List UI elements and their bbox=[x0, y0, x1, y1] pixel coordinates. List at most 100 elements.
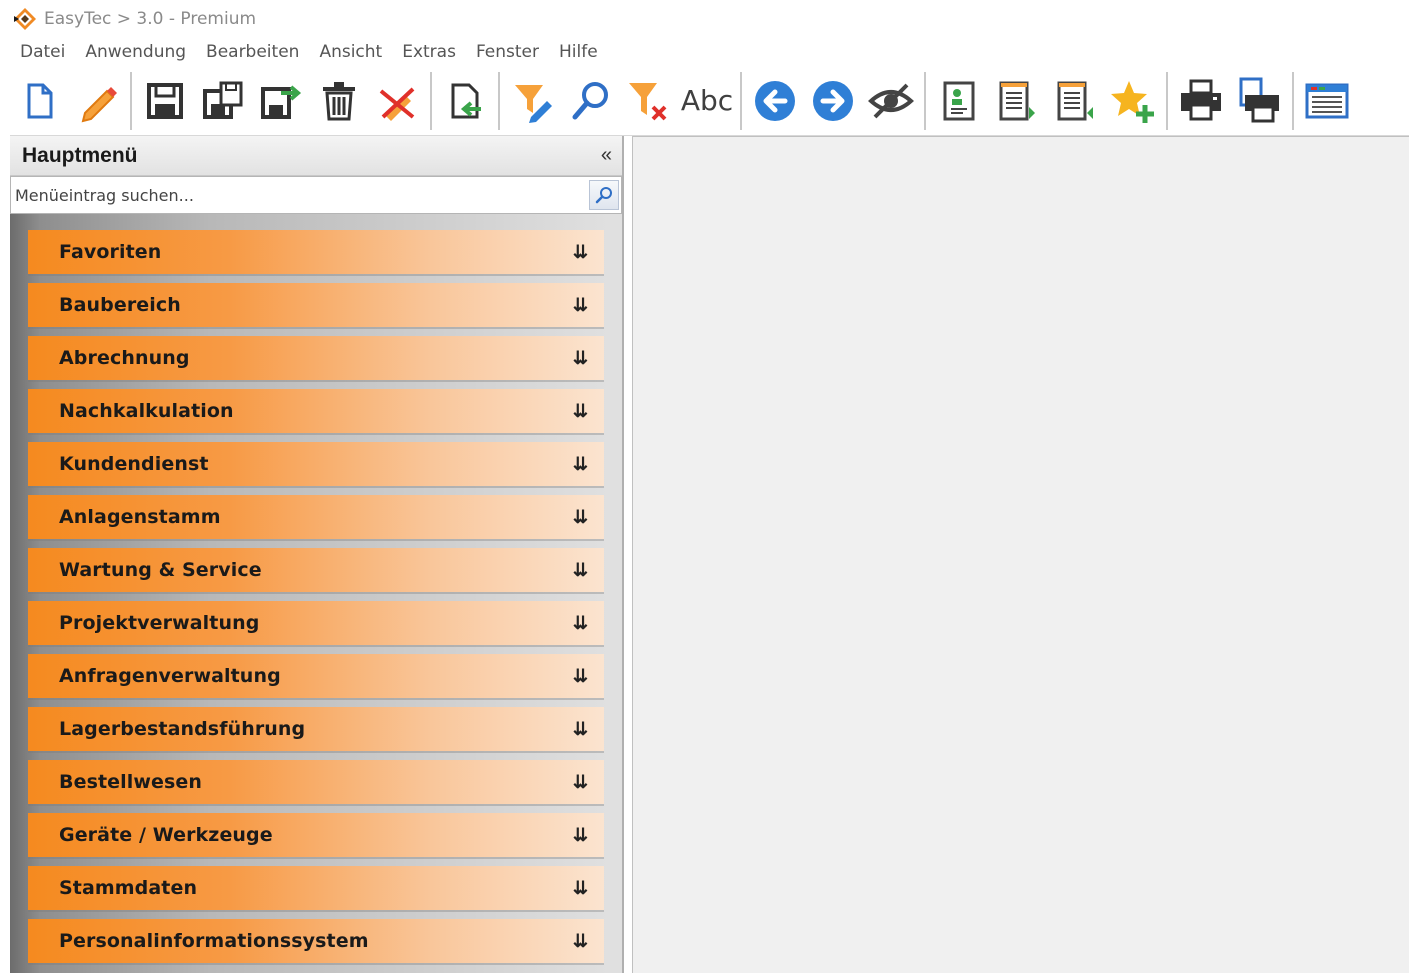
menu-group-label: Baubereich bbox=[59, 294, 181, 316]
print-preview-button[interactable] bbox=[1230, 72, 1288, 130]
chevron-double-down-icon: ⇊ bbox=[572, 242, 588, 262]
main-menu-panel: Hauptmenü « Favoriten ⇊ Baubereich ⇊ Abr… bbox=[10, 136, 624, 973]
save-button[interactable] bbox=[136, 72, 194, 130]
chevron-double-down-icon: ⇊ bbox=[572, 825, 588, 845]
save-icon bbox=[147, 82, 183, 119]
menu-group-label: Wartung & Service bbox=[59, 559, 262, 581]
spellcheck-icon: Abc bbox=[680, 84, 734, 117]
layout-button[interactable] bbox=[1298, 72, 1356, 130]
edit-pencil-icon bbox=[81, 86, 117, 122]
menu-group-nachkalkulation[interactable]: Nachkalkulation ⇊ bbox=[28, 389, 604, 433]
menu-search-input[interactable] bbox=[11, 178, 585, 212]
menu-group-label: Favoriten bbox=[59, 241, 162, 263]
menu-group-kundendienst[interactable]: Kundendienst ⇊ bbox=[28, 442, 604, 486]
menu-group-bestellwesen[interactable]: Bestellwesen ⇊ bbox=[28, 760, 604, 804]
search-icon bbox=[595, 187, 612, 204]
menu-group-anfragenverwaltung[interactable]: Anfragenverwaltung ⇊ bbox=[28, 654, 604, 698]
forward-icon bbox=[813, 80, 853, 121]
toolbar-separator bbox=[1292, 71, 1294, 130]
save-copy-button[interactable] bbox=[194, 72, 252, 130]
menu-group-wartung-service[interactable]: Wartung & Service ⇊ bbox=[28, 548, 604, 592]
filter-edit-icon bbox=[515, 84, 552, 123]
menu-group-baubereich[interactable]: Baubereich ⇊ bbox=[28, 283, 604, 327]
chevron-double-down-icon: ⇊ bbox=[572, 931, 588, 951]
collapse-panel-button[interactable]: « bbox=[601, 144, 612, 167]
back-button[interactable] bbox=[746, 72, 804, 130]
menu-group-lagerbestandsfuehrung[interactable]: Lagerbestandsführung ⇊ bbox=[28, 707, 604, 751]
menu-hilfe[interactable]: Hilfe bbox=[549, 42, 608, 62]
export-icon bbox=[261, 84, 302, 119]
chevron-double-down-icon: ⇊ bbox=[572, 878, 588, 898]
back-icon bbox=[755, 80, 795, 121]
chevron-double-down-icon: ⇊ bbox=[572, 295, 588, 315]
menu-group-label: Kundendienst bbox=[59, 453, 209, 475]
delete-icon bbox=[323, 81, 355, 120]
new-document-icon bbox=[27, 83, 53, 118]
menu-group-abrechnung[interactable]: Abrechnung ⇊ bbox=[28, 336, 604, 380]
menu-group-label: Anfragenverwaltung bbox=[59, 665, 281, 687]
menu-group-personalinformationssystem[interactable]: Personalinformationssystem ⇊ bbox=[28, 919, 604, 963]
menu-group-label: Geräte / Werkzeuge bbox=[59, 824, 273, 846]
menu-bar: Datei Anwendung Bearbeiten Ansicht Extra… bbox=[10, 38, 608, 66]
hide-button[interactable] bbox=[862, 72, 920, 130]
chevron-double-down-icon: ⇊ bbox=[572, 772, 588, 792]
add-favorite-icon bbox=[1111, 80, 1154, 123]
main-menu-title: Hauptmenü bbox=[22, 143, 138, 167]
search-icon bbox=[572, 81, 608, 119]
save-copy-icon bbox=[203, 81, 243, 119]
menu-group-anlagenstamm[interactable]: Anlagenstamm ⇊ bbox=[28, 495, 604, 539]
menu-group-label: Projektverwaltung bbox=[59, 612, 260, 634]
main-menu-list: Favoriten ⇊ Baubereich ⇊ Abrechnung ⇊ Na… bbox=[10, 214, 622, 973]
menu-group-favoriten[interactable]: Favoriten ⇊ bbox=[28, 230, 604, 274]
toolbar-separator bbox=[740, 71, 742, 130]
report-next-button[interactable] bbox=[988, 72, 1046, 130]
menu-group-label: Personalinformationssystem bbox=[59, 930, 369, 952]
window-title: EasyTec > 3.0 - Premium bbox=[44, 9, 257, 29]
menu-group-label: Bestellwesen bbox=[59, 771, 203, 793]
chevron-double-down-icon: ⇊ bbox=[572, 507, 588, 527]
contact-card-button[interactable] bbox=[930, 72, 988, 130]
menu-group-label: Nachkalkulation bbox=[59, 400, 234, 422]
export-button[interactable] bbox=[252, 72, 310, 130]
menu-anwendung[interactable]: Anwendung bbox=[75, 42, 196, 62]
menu-datei[interactable]: Datei bbox=[10, 42, 75, 62]
toolbar-separator bbox=[498, 71, 500, 130]
forward-button[interactable] bbox=[804, 72, 862, 130]
toolbar-separator bbox=[1166, 71, 1168, 130]
chevron-double-down-icon: ⇊ bbox=[572, 666, 588, 686]
spellcheck-button[interactable]: Abc bbox=[678, 72, 736, 130]
menu-group-label: Lagerbestandsführung bbox=[59, 718, 306, 740]
title-bar: EasyTec > 3.0 - Premium bbox=[0, 0, 1409, 38]
import-document-icon bbox=[451, 83, 481, 118]
toolbar-separator bbox=[924, 71, 926, 130]
menu-fenster[interactable]: Fenster bbox=[466, 42, 549, 62]
filter-clear-button[interactable] bbox=[620, 72, 678, 130]
cancel-edit-button[interactable] bbox=[368, 72, 426, 130]
menu-group-label: Stammdaten bbox=[59, 877, 198, 899]
filter-edit-button[interactable] bbox=[504, 72, 562, 130]
menu-bearbeiten[interactable]: Bearbeiten bbox=[196, 42, 309, 62]
app-logo-icon bbox=[12, 6, 38, 32]
print-button[interactable] bbox=[1172, 72, 1230, 130]
main-content-area bbox=[632, 136, 1409, 973]
app-window: EasyTec > 3.0 - Premium Datei Anwendung … bbox=[0, 0, 1409, 973]
menu-search-button[interactable] bbox=[589, 180, 619, 210]
delete-button[interactable] bbox=[310, 72, 368, 130]
main-menu-header: Hauptmenü « bbox=[10, 136, 622, 176]
new-document-button[interactable] bbox=[10, 72, 68, 130]
menu-group-projektverwaltung[interactable]: Projektverwaltung ⇊ bbox=[28, 601, 604, 645]
menu-ansicht[interactable]: Ansicht bbox=[309, 42, 392, 62]
import-document-button[interactable] bbox=[436, 72, 494, 130]
search-button[interactable] bbox=[562, 72, 620, 130]
menu-extras[interactable]: Extras bbox=[392, 42, 466, 62]
layout-icon bbox=[1305, 83, 1349, 118]
menu-group-geraete-werkzeuge[interactable]: Geräte / Werkzeuge ⇊ bbox=[28, 813, 604, 857]
chevron-double-down-icon: ⇊ bbox=[572, 560, 588, 580]
report-next-icon bbox=[999, 81, 1035, 120]
edit-button[interactable] bbox=[68, 72, 126, 130]
filter-clear-icon bbox=[629, 82, 667, 120]
menu-group-stammdaten[interactable]: Stammdaten ⇊ bbox=[28, 866, 604, 910]
print-icon bbox=[1181, 79, 1221, 120]
add-favorite-button[interactable] bbox=[1104, 72, 1162, 130]
report-prev-button[interactable] bbox=[1046, 72, 1104, 130]
